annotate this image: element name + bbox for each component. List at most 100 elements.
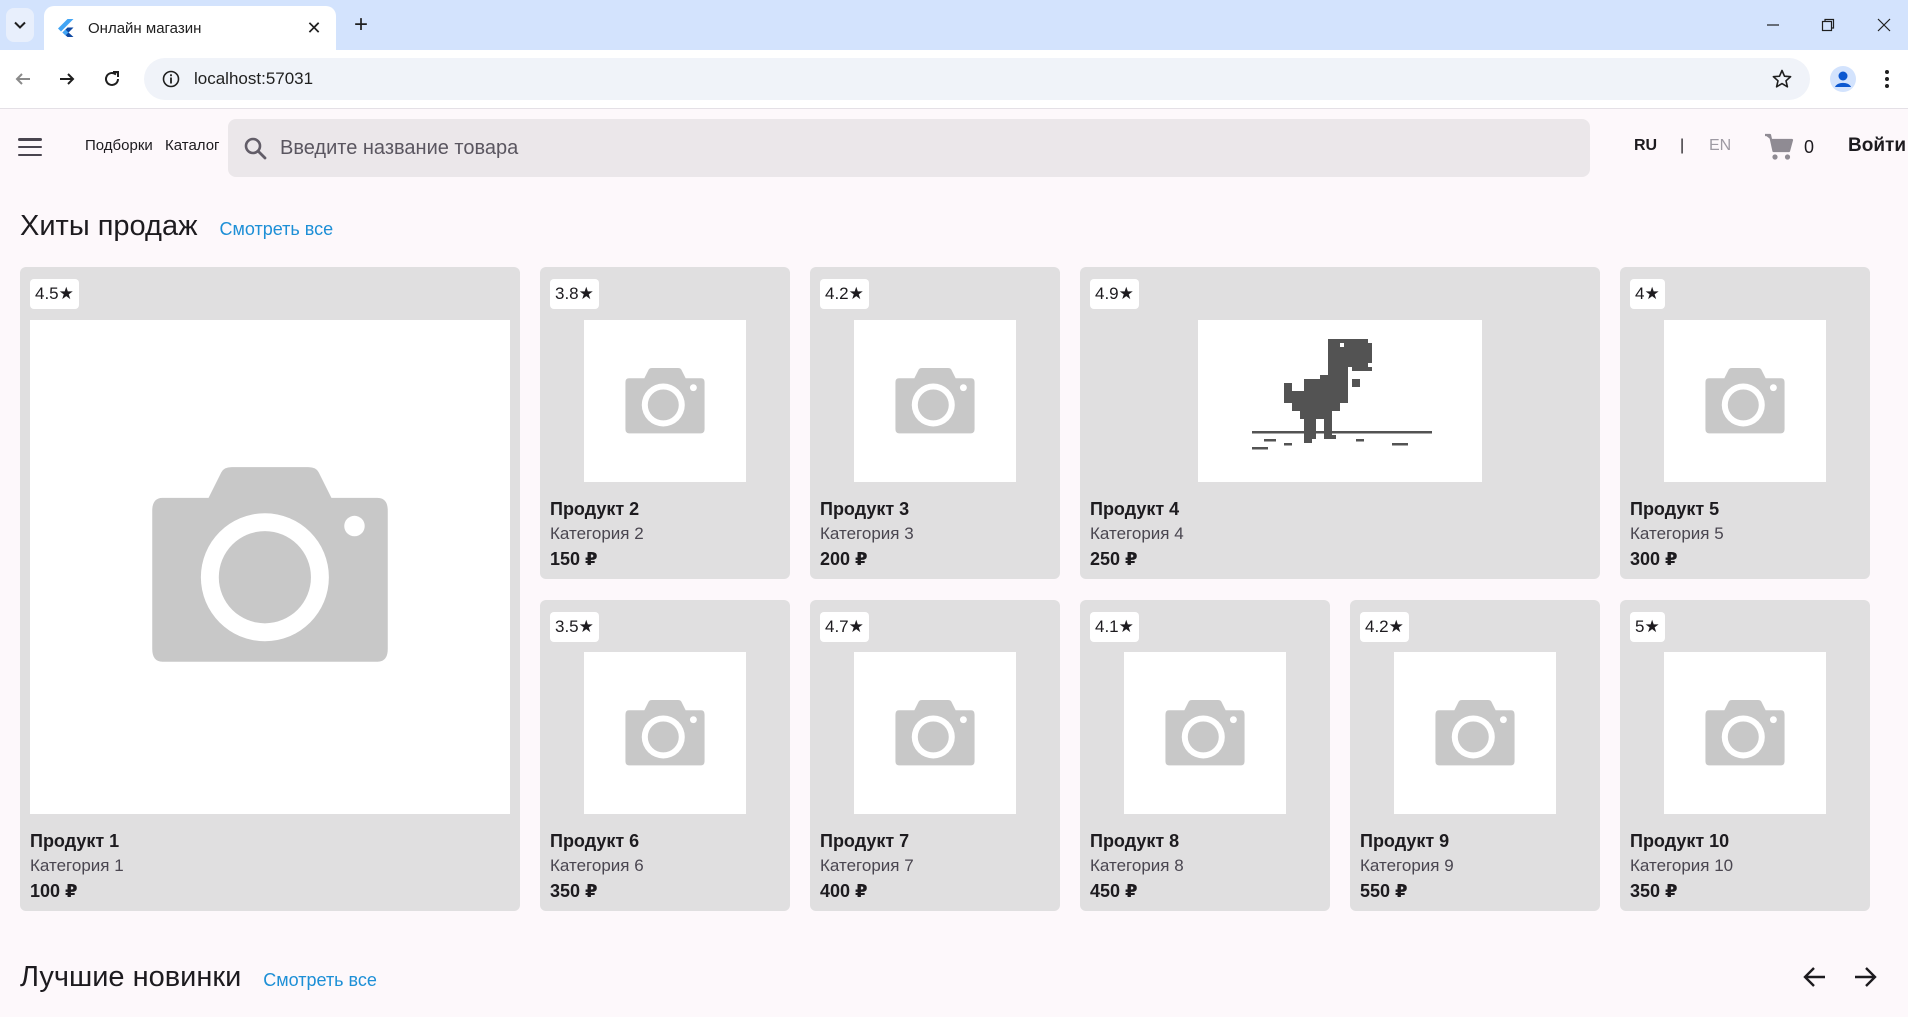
camera-icon xyxy=(152,467,388,662)
dino-icon xyxy=(1252,339,1432,450)
back-button[interactable] xyxy=(6,62,40,96)
section-title: Лучшие новинки xyxy=(20,961,242,993)
nav-collections-link[interactable]: Подборки xyxy=(85,137,153,154)
product-price: 250 ₽ xyxy=(1090,549,1138,569)
product-image xyxy=(854,652,1016,814)
rating-badge: 4.5★ xyxy=(30,279,79,309)
url-text[interactable]: localhost:57031 xyxy=(194,69,1772,89)
product-category: Категория 2 xyxy=(550,524,644,543)
cart-icon xyxy=(1765,133,1794,160)
carousel-prev-button[interactable] xyxy=(1798,960,1832,994)
arrow-right-icon xyxy=(1855,967,1877,987)
hits-section-header: Хиты продаж Смотреть все xyxy=(20,210,333,243)
product-name: Продукт 10 xyxy=(1630,831,1730,851)
browser-tab-bar: Онлайн магазин ✕ + xyxy=(0,0,1908,50)
camera-icon xyxy=(895,367,975,433)
product-price: 550 ₽ xyxy=(1360,881,1408,901)
arrow-left-icon xyxy=(15,73,30,85)
product-category: Категория 10 xyxy=(1630,856,1734,875)
star-icon[interactable] xyxy=(1772,69,1792,89)
browser-tab[interactable]: Онлайн магазин ✕ xyxy=(44,6,336,50)
product-image xyxy=(30,320,510,814)
forward-button[interactable] xyxy=(50,62,84,96)
product-price: 350 ₽ xyxy=(1630,881,1678,901)
carousel-next-button[interactable] xyxy=(1848,960,1882,994)
see-all-link[interactable]: Смотреть все xyxy=(263,970,377,991)
product-card[interactable]: 4.7★ Продукт 7 Категория 7 400 ₽ xyxy=(810,600,1060,911)
chevron-down-icon xyxy=(14,21,26,29)
tab-search-button[interactable] xyxy=(6,8,34,42)
product-card[interactable]: 4.9★ Продукт 4 Категория 4 250 ₽ xyxy=(1080,267,1600,579)
rating-badge: 4.9★ xyxy=(1090,279,1139,309)
address-bar[interactable]: localhost:57031 xyxy=(144,58,1810,100)
product-category: Категория 7 xyxy=(820,856,914,875)
product-name: Продукт 4 xyxy=(1090,499,1180,519)
search-icon xyxy=(240,133,270,163)
tab-title: Онлайн магазин xyxy=(88,19,202,37)
product-category: Категория 9 xyxy=(1360,856,1454,875)
product-card[interactable]: 4★ Продукт 5 Категория 5 300 ₽ xyxy=(1620,267,1870,579)
site-info-icon[interactable] xyxy=(162,70,180,88)
product-category: Категория 8 xyxy=(1090,856,1184,875)
app-header: Подборки Каталог RU | EN 0 Войти xyxy=(0,108,1908,184)
search-field[interactable] xyxy=(228,119,1590,177)
browser-toolbar: localhost:57031 xyxy=(0,50,1908,108)
rating-badge: 3.8★ xyxy=(550,279,599,309)
restore-button[interactable] xyxy=(1800,0,1856,50)
more-vertical-icon xyxy=(1885,70,1889,88)
cart-button[interactable]: 0 xyxy=(1764,131,1832,163)
camera-icon xyxy=(625,699,705,765)
product-name: Продукт 7 xyxy=(820,831,910,851)
see-all-link[interactable]: Смотреть все xyxy=(220,219,334,240)
close-tab-icon[interactable]: ✕ xyxy=(304,18,324,38)
product-card[interactable]: 4.2★ Продукт 9 Категория 9 550 ₽ xyxy=(1350,600,1600,911)
avatar-icon xyxy=(1830,66,1856,92)
flutter-icon xyxy=(56,18,76,38)
product-name: Продукт 3 xyxy=(820,499,910,519)
product-name: Продукт 8 xyxy=(1090,831,1180,851)
product-card[interactable]: 4.2★ Продукт 3 Категория 3 200 ₽ xyxy=(810,267,1060,579)
product-image xyxy=(1198,320,1482,482)
product-image xyxy=(1394,652,1556,814)
new-tab-button[interactable]: + xyxy=(348,11,374,38)
product-card[interactable]: 4.5★ Продукт 1 Категория 1 100 ₽ xyxy=(20,267,520,911)
lang-separator: | xyxy=(1680,137,1685,154)
product-category: Категория 5 xyxy=(1630,524,1724,543)
product-image xyxy=(584,320,746,482)
profile-button[interactable] xyxy=(1826,62,1860,96)
rating-badge: 4.1★ xyxy=(1090,612,1139,642)
product-image xyxy=(1124,652,1286,814)
close-window-button[interactable] xyxy=(1856,0,1908,50)
product-name: Продукт 6 xyxy=(550,831,640,851)
login-button[interactable]: Войти xyxy=(1848,135,1906,157)
lang-ru-button[interactable]: RU xyxy=(1634,137,1657,155)
product-card[interactable]: 3.5★ Продукт 6 Категория 6 350 ₽ xyxy=(540,600,790,911)
rating-badge: 4.2★ xyxy=(1360,612,1409,642)
rating-badge: 4.2★ xyxy=(820,279,869,309)
product-card[interactable]: 5★ Продукт 10 Категория 10 350 ₽ xyxy=(1620,600,1870,911)
browser-menu-button[interactable] xyxy=(1870,62,1904,96)
product-name: Продукт 1 xyxy=(30,831,120,851)
product-price: 350 ₽ xyxy=(550,881,598,901)
product-category: Категория 6 xyxy=(550,856,644,875)
camera-icon xyxy=(1165,699,1245,765)
product-name: Продукт 5 xyxy=(1630,499,1720,519)
arrow-left-icon xyxy=(1803,967,1825,987)
rating-badge: 4.7★ xyxy=(820,612,869,642)
reload-button[interactable] xyxy=(95,62,129,96)
product-name: Продукт 9 xyxy=(1360,831,1450,851)
reload-icon xyxy=(105,71,119,86)
rating-badge: 3.5★ xyxy=(550,612,599,642)
minimize-button[interactable] xyxy=(1745,0,1801,50)
product-card[interactable]: 3.8★ Продукт 2 Категория 2 150 ₽ xyxy=(540,267,790,579)
product-card[interactable]: 4.1★ Продукт 8 Категория 8 450 ₽ xyxy=(1080,600,1330,911)
product-price: 450 ₽ xyxy=(1090,881,1138,901)
product-price: 200 ₽ xyxy=(820,549,868,569)
lang-en-button[interactable]: EN xyxy=(1709,137,1731,155)
product-price: 150 ₽ xyxy=(550,549,598,569)
section-title: Хиты продаж xyxy=(20,210,198,242)
product-image xyxy=(584,652,746,814)
search-input[interactable] xyxy=(280,136,1480,160)
nav-catalog-link[interactable]: Каталог xyxy=(165,137,220,154)
menu-icon[interactable] xyxy=(16,135,44,159)
